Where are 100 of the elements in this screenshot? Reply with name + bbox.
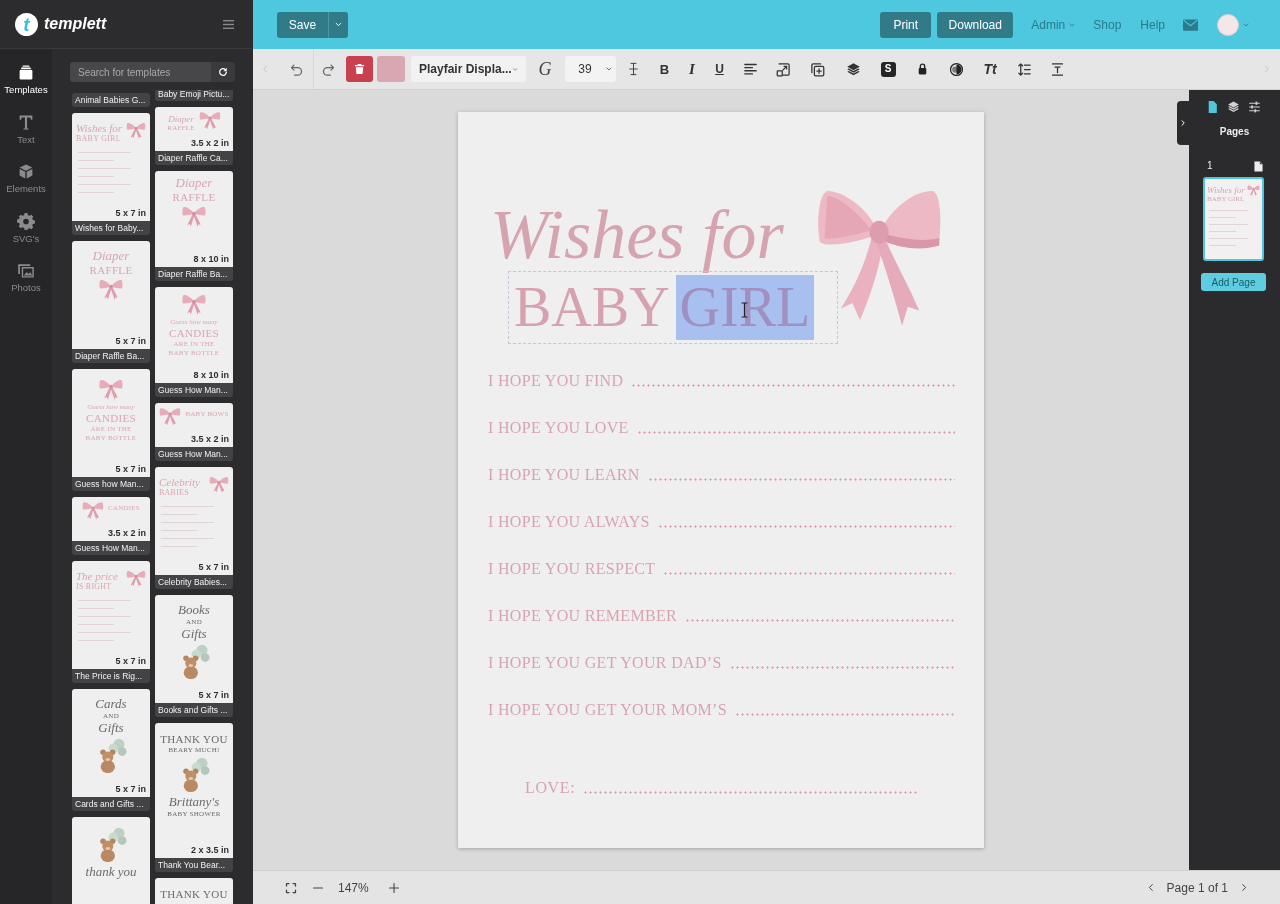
fullscreen-icon[interactable] xyxy=(285,881,297,894)
print-button[interactable]: Print xyxy=(880,11,932,38)
template-title: Guess How Man... xyxy=(155,383,233,397)
panel-title: Pages xyxy=(1219,126,1250,138)
text-case-button[interactable]: Tt xyxy=(983,62,997,76)
layers-icon[interactable] xyxy=(1227,100,1240,114)
logo-text: templett xyxy=(44,16,107,32)
layers-icon[interactable] xyxy=(845,61,861,77)
template-title: Guess How Man... xyxy=(155,447,233,461)
text-cursor-icon xyxy=(741,302,748,318)
line-height-icon[interactable] xyxy=(1016,61,1032,77)
sidebar-tab[interactable]: Templates xyxy=(0,60,52,110)
preview-text: Brittany's xyxy=(168,795,220,809)
preview-text: THANK YOU xyxy=(160,733,228,745)
size-label: 5 x 7 in xyxy=(115,336,146,346)
size-label: 5 x 7 in xyxy=(115,784,146,794)
text-baseline-icon[interactable] xyxy=(1050,61,1065,77)
template-thumbnail[interactable]: Diaper RAFFLE 5 x 7 in xyxy=(72,241,150,349)
chevron-right-icon[interactable] xyxy=(1240,882,1248,893)
bow-icon xyxy=(159,407,182,426)
preview-text: THANK YOU xyxy=(160,888,228,900)
bow-icon xyxy=(181,294,207,315)
preview-text: CANDIES xyxy=(86,412,136,424)
menu-icon[interactable] xyxy=(223,19,234,29)
prompt-text: I HOPE YOU LOVE xyxy=(488,417,629,438)
size-label: 3.5 x 2 in xyxy=(107,528,146,538)
sidebar-tab[interactable]: Photos xyxy=(0,258,52,308)
preview-text: Diaper xyxy=(175,176,213,190)
caret-down-icon xyxy=(334,20,343,29)
preview-text: IS RIGHT xyxy=(76,582,112,591)
preview-text: BABIES xyxy=(159,488,189,497)
bold-button[interactable]: B xyxy=(659,62,670,76)
size-label: 8 x 10 in xyxy=(193,254,229,264)
sliders-icon[interactable] xyxy=(1248,100,1261,114)
refresh-button[interactable] xyxy=(211,62,235,82)
text-icon xyxy=(17,113,35,131)
page-indicator: Page 1 of 1 xyxy=(1166,879,1228,897)
image-icon xyxy=(17,262,35,279)
caret-down-icon xyxy=(605,65,613,73)
italic-button[interactable]: I xyxy=(689,61,695,77)
preview-text: Wishes for xyxy=(76,122,123,134)
template-title: Diaper Raffle Ba... xyxy=(155,267,233,281)
delete-button[interactable] xyxy=(346,56,373,82)
bow-icon xyxy=(181,206,207,227)
square-plus-icon[interactable] xyxy=(810,61,825,77)
refresh-icon xyxy=(218,67,228,77)
file-icon[interactable] xyxy=(1206,100,1219,114)
color-swatch[interactable] xyxy=(377,56,405,82)
font-style-button[interactable]: G xyxy=(538,60,552,78)
font-size-field[interactable]: 39 xyxy=(565,56,616,82)
download-button[interactable]: Download xyxy=(937,11,1014,38)
template-thumbnail[interactable]: THANK YOU xyxy=(155,878,233,904)
signature-text: LOVE: xyxy=(525,777,576,798)
sidebar-tab[interactable]: Text xyxy=(0,109,52,159)
bow-icon xyxy=(198,111,221,130)
template-title: Cards and Gifts ... xyxy=(72,797,150,811)
logo-mark: t xyxy=(15,12,38,36)
underline-button[interactable]: U xyxy=(715,63,724,75)
collapse-panel-button[interactable] xyxy=(1177,101,1189,145)
sidebar-tab[interactable]: SVG's xyxy=(0,208,52,258)
size-label: 5 x 7 in xyxy=(198,562,229,572)
template-title: Diaper Raffle Ca... xyxy=(155,151,233,165)
template-thumbnail[interactable]: thank you xyxy=(72,817,150,904)
template-title: Guess How Man... xyxy=(72,541,150,555)
template-title: Diaper Raffle Ba... xyxy=(72,349,150,363)
file-icon[interactable] xyxy=(1254,160,1263,172)
preview-text: The price xyxy=(76,570,118,582)
chevron-left-icon[interactable] xyxy=(1146,882,1155,893)
template-title: Wishes for Baby... xyxy=(72,221,150,235)
trash-icon xyxy=(354,63,365,75)
preview-text: RAFFLE xyxy=(89,264,133,276)
template-thumbnail[interactable]: Diaper RAFFLE 8 x 10 in xyxy=(155,171,233,267)
font-dropdown[interactable]: Playfair Displa... xyxy=(411,56,526,82)
template-title: Guess how Man... xyxy=(72,477,150,491)
bow-icon xyxy=(82,501,105,520)
template-thumbnail[interactable]: The price IS RIGHT 5 x 7 in xyxy=(72,561,150,669)
search-field[interactable]: Search for templates xyxy=(70,62,211,82)
align-left-icon[interactable] xyxy=(742,61,758,77)
add-page-button[interactable]: Add Page xyxy=(1201,273,1266,291)
plus-icon[interactable] xyxy=(387,881,400,894)
heading-text: BABY xyxy=(514,275,670,340)
square-arrow-icon[interactable] xyxy=(775,61,791,77)
prompt-text: I HOPE YOU GET YOUR MOM’S xyxy=(488,699,727,720)
text-style-button[interactable]: S xyxy=(880,61,896,77)
prompt-text: I HOPE YOU GET YOUR DAD’S xyxy=(488,652,722,673)
sidebar-tab[interactable]: Elements xyxy=(0,159,52,209)
save-button[interactable]: Save xyxy=(277,11,328,38)
size-label: 5 x 7 in xyxy=(115,208,146,218)
preview-text: Books xyxy=(178,603,210,617)
bow-icon xyxy=(126,570,146,587)
template-thumbnail[interactable]: Wishes for BABY GIRL 5 x 7 in xyxy=(72,113,150,221)
preview-text: BABY GIRL xyxy=(76,134,121,143)
preview-text: Diaper xyxy=(92,249,130,263)
preview-text: Gifts xyxy=(181,627,207,641)
bow-icon xyxy=(98,279,124,300)
template-thumbnail[interactable]: Celebrity BABIES 5 x 7 in xyxy=(155,467,233,575)
size-label: 8 x 10 in xyxy=(193,370,229,380)
cube-icon xyxy=(17,163,35,180)
circle-half-icon[interactable] xyxy=(948,61,964,77)
template-title: Animal Babies G... xyxy=(72,93,150,107)
